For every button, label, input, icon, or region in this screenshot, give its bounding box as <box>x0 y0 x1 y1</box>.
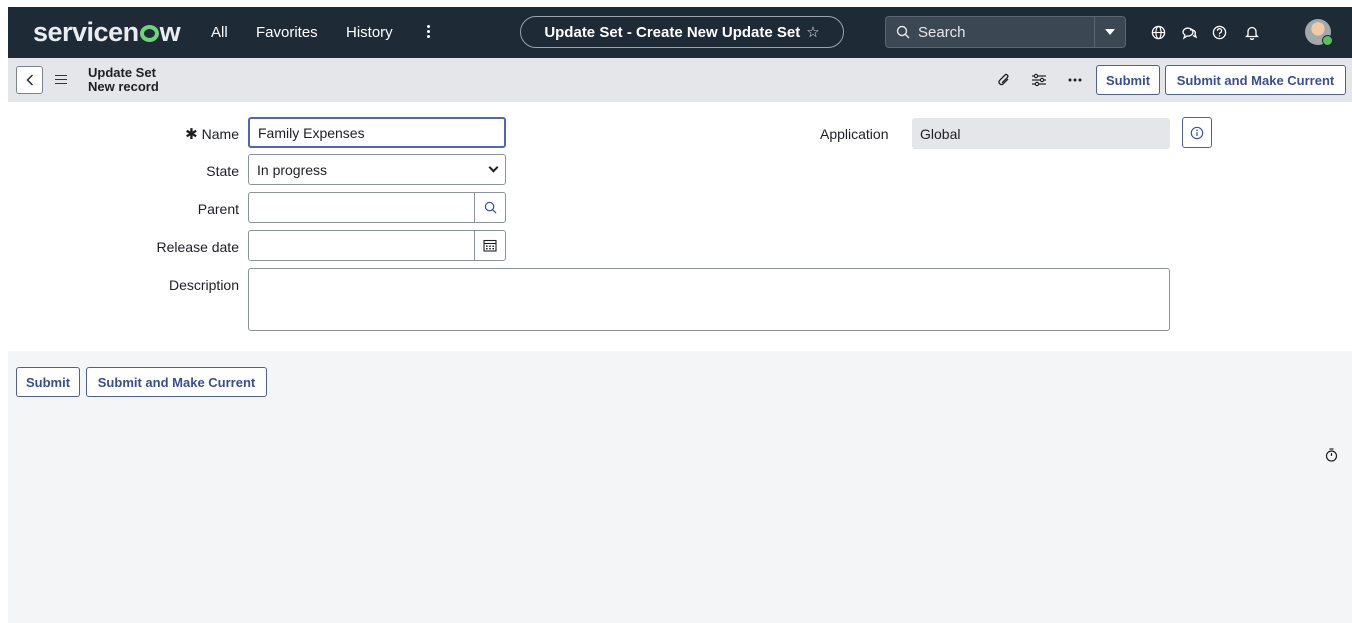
table-name: Update Set <box>88 65 156 80</box>
state-select[interactable]: In progress <box>248 154 506 185</box>
form-menu-icon[interactable] <box>55 72 67 86</box>
nav-all[interactable]: All <box>211 24 228 42</box>
header-submit-make-current-button[interactable]: Submit and Make Current <box>1165 65 1346 95</box>
application-value: Global <box>912 118 1170 149</box>
search-input[interactable] <box>918 23 1078 41</box>
page-title: Update Set - Create New Update Set <box>544 23 801 41</box>
release-date-input[interactable] <box>248 230 475 261</box>
search-scope-dropdown[interactable] <box>1094 16 1126 48</box>
info-icon <box>1190 126 1204 139</box>
record-header: Update Set New record Submit Submit and … <box>8 58 1352 102</box>
more-menu-icon[interactable] <box>424 23 432 43</box>
application-info-button[interactable] <box>1182 117 1212 148</box>
description-label: Description <box>168 277 239 293</box>
name-label: ✱ Name <box>185 126 239 143</box>
state-label: State <box>206 163 239 179</box>
chevron-left-icon <box>26 74 33 86</box>
parent-input[interactable] <box>248 192 475 223</box>
more-options-icon[interactable] <box>1066 71 1084 89</box>
global-search <box>885 16 1095 48</box>
help-icon[interactable] <box>1209 22 1229 42</box>
header-submit-button[interactable]: Submit <box>1096 65 1160 95</box>
description-textarea[interactable] <box>248 268 1170 331</box>
nav-favorites[interactable]: Favorites <box>256 24 318 42</box>
search-icon <box>484 201 496 214</box>
release-date-picker-button[interactable] <box>474 230 506 261</box>
logo-o-mark <box>139 25 159 42</box>
caret-down-icon <box>1105 29 1115 35</box>
top-navigation-bar: servicen w All Favorites History Update S… <box>8 7 1352 58</box>
update-set-form: ✱Name State In progress Parent Release d… <box>0 102 1352 351</box>
parent-lookup-button[interactable] <box>474 192 506 223</box>
release-date-label: Release date <box>156 239 239 255</box>
record-name: New record <box>88 79 159 94</box>
chat-icon[interactable] <box>1179 22 1199 42</box>
back-button[interactable] <box>16 66 43 94</box>
attachment-icon[interactable] <box>995 71 1013 89</box>
nav-history[interactable]: History <box>346 24 393 42</box>
record-title: Update Set New record <box>88 66 159 94</box>
application-label: Application <box>820 126 889 142</box>
servicenow-logo[interactable]: servicen w <box>33 18 181 46</box>
parent-label: Parent <box>197 201 239 217</box>
bell-icon[interactable] <box>1242 22 1262 42</box>
response-time-icon[interactable] <box>1323 447 1339 463</box>
state-selected-value: In progress <box>257 161 328 178</box>
star-icon[interactable]: ☆ <box>806 23 819 41</box>
footer-submit-button[interactable]: Submit <box>16 367 80 397</box>
personalize-form-icon[interactable] <box>1030 71 1048 89</box>
chevron-down-icon <box>488 162 499 173</box>
calendar-icon <box>483 239 497 252</box>
name-input[interactable] <box>248 117 506 148</box>
globe-icon[interactable] <box>1148 22 1168 42</box>
required-asterisk-icon: ✱ <box>185 126 198 143</box>
user-avatar[interactable] <box>1305 19 1333 46</box>
page-title-pill: Update Set - Create New Update Set ☆ <box>520 16 844 48</box>
footer-submit-make-current-button[interactable]: Submit and Make Current <box>86 367 267 397</box>
search-icon <box>896 25 910 39</box>
form-footer-area: Submit Submit and Make Current <box>8 351 1352 623</box>
